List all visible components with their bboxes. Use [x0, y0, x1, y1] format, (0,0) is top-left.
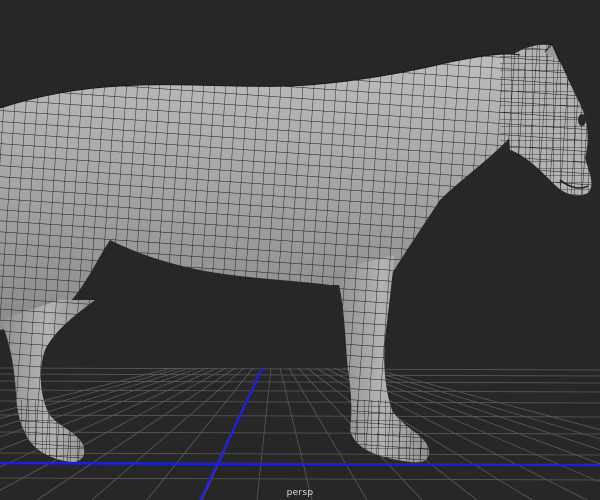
perspective-viewport[interactable]: persp [0, 0, 600, 500]
grid-line [256, 367, 272, 500]
cat-eye [578, 114, 586, 126]
grid-line [91, 367, 245, 500]
grid-line [146, 367, 254, 500]
ground-grid [0, 367, 600, 500]
grid-line [0, 452, 600, 456]
grid-line [0, 414, 600, 418]
camera-name-label: persp [286, 488, 314, 498]
grid-line [0, 373, 600, 377]
grid-line [279, 367, 313, 500]
grid-line [0, 380, 600, 384]
grid-line [0, 400, 600, 404]
grid-line [0, 389, 600, 393]
viewport-scene[interactable] [0, 0, 600, 500]
grid-line [0, 431, 600, 435]
z-axis-line [198, 367, 264, 500]
grid-line [0, 477, 600, 481]
